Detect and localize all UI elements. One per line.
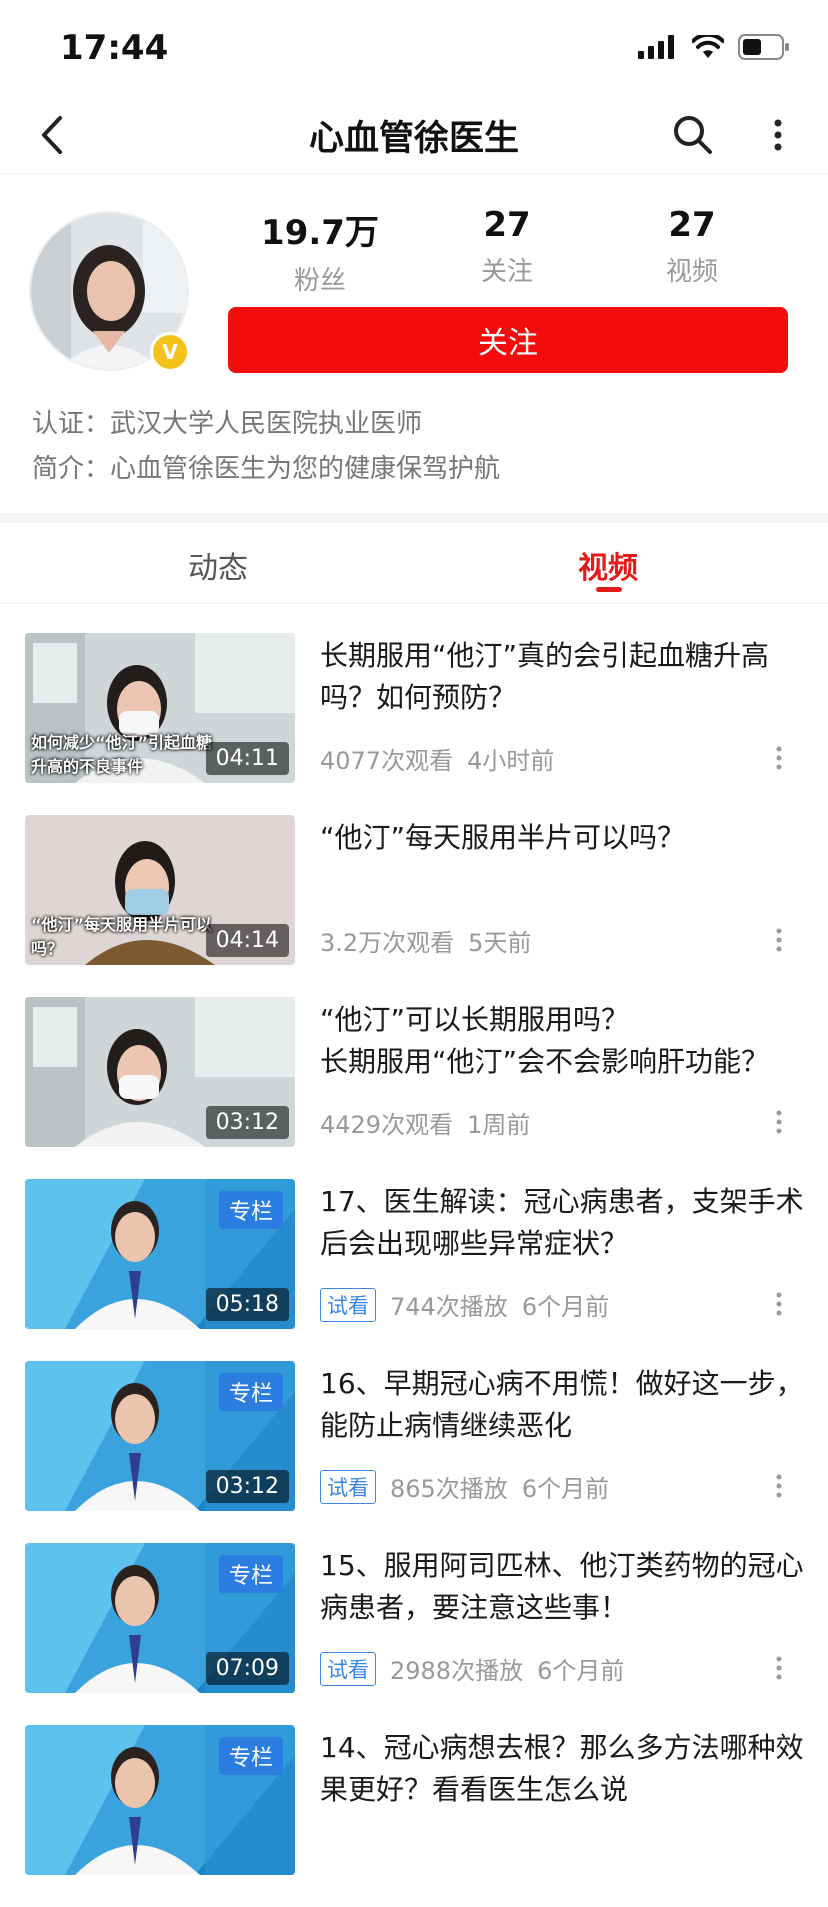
video-item[interactable]: 如何减少“他汀”引起血糖升高的不良事件 04:11 长期服用“他汀”真的会引起血糖升… — [0, 633, 828, 815]
thumbnail-caption: “他汀”每天服用半片可以吗？ — [31, 915, 213, 958]
video-views: 4077次观看 — [320, 747, 454, 775]
video-time: 6个月前 — [537, 1657, 625, 1685]
thumbnail-caption: 如何减少“他汀”引起血糖升高的不良事件 — [31, 733, 213, 776]
video-item[interactable]: 专栏 07:09 15、服用阿司匹林、他汀类药物的冠心病患者，要注意这些事！ 试看 29… — [0, 1543, 828, 1725]
video-title[interactable]: 17、医生解读：冠心病患者，支架手术后会出现哪些异常症状？ — [320, 1181, 808, 1265]
stat-value: 27 — [668, 205, 716, 245]
status-time: 17:44 — [60, 28, 169, 68]
video-title[interactable]: “他汀”可以长期服用吗？ 长期服用“他汀”会不会影响肝功能？ — [320, 999, 808, 1083]
search-icon[interactable] — [668, 110, 718, 160]
video-meta: 试看 744次播放 6个月前 — [320, 1287, 609, 1322]
video-time: 4小时前 — [467, 747, 555, 775]
video-thumbnail[interactable]: 专栏 07:09 — [25, 1543, 295, 1693]
tab-dynamic[interactable]: 动态 — [188, 543, 248, 587]
wifi-icon — [692, 35, 724, 58]
video-duration: 04:11 — [205, 742, 289, 775]
video-views: 4429次观看 — [320, 1111, 454, 1139]
stat-label: 粉丝 — [293, 266, 346, 296]
video-item[interactable]: 专栏 14、冠心病想去根？那么多方法哪种效果更好？看看医生怎么说 — [0, 1725, 828, 1907]
stat-label: 关注 — [480, 257, 533, 287]
video-time: 6个月前 — [521, 1293, 610, 1321]
stat-value: 27 — [483, 205, 531, 245]
video-title[interactable]: “他汀”每天服用半片可以吗？ — [320, 817, 808, 859]
video-title[interactable]: 长期服用“他汀”真的会引起血糖升高吗？如何预防？ — [320, 635, 808, 719]
section-divider — [0, 513, 828, 523]
trial-badge: 试看 — [320, 1651, 376, 1686]
nav-bar: 心血管徐医生 — [0, 96, 828, 175]
tab-bar: 动态 视频 — [0, 523, 828, 604]
video-thumbnail[interactable]: 专栏 03:12 — [25, 1361, 295, 1511]
stat-label: 视频 — [665, 257, 718, 287]
stat-value: 19.7万 — [261, 213, 379, 253]
video-duration: 05:18 — [205, 1288, 289, 1321]
signal-icon — [638, 35, 674, 59]
more-options-icon[interactable] — [758, 110, 798, 160]
video-meta: 3.2万次观看 5天前 — [320, 923, 531, 958]
status-bar: 17:44 — [0, 0, 828, 96]
trial-badge: 试看 — [320, 1469, 376, 1504]
video-item[interactable]: 03:12 “他汀”可以长期服用吗？ 长期服用“他汀”会不会影响肝功能？ 4429次… — [0, 997, 828, 1179]
video-duration: 07:09 — [205, 1652, 289, 1685]
trial-badge: 试看 — [320, 1287, 376, 1322]
video-list: 如何减少“他汀”引起血糖升高的不良事件 04:11 长期服用“他汀”真的会引起血糖升… — [0, 633, 828, 1907]
video-duration: 04:14 — [205, 924, 289, 957]
video-meta: 试看 865次播放 6个月前 — [320, 1469, 609, 1504]
video-meta: 试看 2988次播放 6个月前 — [320, 1651, 624, 1686]
video-time: 1周前 — [467, 1111, 531, 1139]
active-tab-indicator — [596, 587, 622, 592]
column-tag: 专栏 — [218, 1555, 283, 1593]
video-more-icon[interactable] — [774, 1109, 784, 1135]
stat-following[interactable]: 27 关注 — [437, 205, 577, 288]
video-views: 3.2万次观看 — [320, 929, 455, 957]
video-meta: 4429次观看 1周前 — [320, 1105, 530, 1140]
video-more-icon[interactable] — [774, 1473, 784, 1499]
video-thumbnail[interactable]: “他汀”每天服用半片可以吗？ 04:14 — [25, 815, 295, 965]
video-meta: 4077次观看 4小时前 — [320, 741, 554, 776]
video-item[interactable]: 专栏 03:12 16、早期冠心病不用慌！做好这一步，能防止病情继续恶化试看 865次… — [0, 1361, 828, 1543]
video-more-icon[interactable] — [774, 927, 784, 953]
video-item[interactable]: “他汀”每天服用半片可以吗？ 04:14 “他汀”每天服用半片可以吗？ 3.2万次观看… — [0, 815, 828, 997]
video-time: 5天前 — [468, 929, 532, 957]
intro-text: 简介：心血管徐医生为您的健康保驾护航 — [32, 454, 501, 484]
video-more-icon[interactable] — [774, 745, 784, 771]
video-duration: 03:12 — [205, 1106, 289, 1139]
battery-icon — [738, 34, 789, 60]
video-thumbnail[interactable]: 专栏 — [25, 1725, 295, 1875]
follow-button[interactable]: 关注 — [228, 307, 788, 373]
tab-video[interactable]: 视频 — [578, 543, 638, 587]
video-views: 2988次播放 — [390, 1657, 524, 1685]
video-more-icon[interactable] — [774, 1291, 784, 1317]
video-views: 744次播放 — [390, 1293, 508, 1321]
video-more-icon[interactable] — [774, 1655, 784, 1681]
video-views: 865次播放 — [390, 1475, 508, 1503]
video-duration: 03:12 — [205, 1470, 289, 1503]
video-thumbnail[interactable]: 专栏 05:18 — [25, 1179, 295, 1329]
video-title[interactable]: 15、服用阿司匹林、他汀类药物的冠心病患者，要注意这些事！ — [320, 1545, 808, 1629]
video-time: 6个月前 — [521, 1475, 610, 1503]
video-item[interactable]: 专栏 05:18 17、医生解读：冠心病患者，支架手术后会出现哪些异常症状？ 试看 74… — [0, 1179, 828, 1361]
video-title[interactable]: 14、冠心病想去根？那么多方法哪种效果更好？看看医生怎么说 — [320, 1727, 808, 1811]
video-title[interactable]: 16、早期冠心病不用慌！做好这一步，能防止病情继续恶化 — [320, 1363, 808, 1447]
certification-text: 认证：武汉大学人民医院执业医师 — [32, 409, 423, 439]
video-thumbnail[interactable]: 如何减少“他汀”引起血糖升高的不良事件 04:11 — [25, 633, 295, 783]
stat-fans[interactable]: 19.7万 粉丝 — [250, 205, 390, 297]
verified-badge-icon: V — [150, 332, 190, 372]
profile-section: V 19.7万 粉丝 27 关注 27 视频 关注 认证：武汉大学人民医院执业医… — [0, 175, 828, 515]
stat-videos[interactable]: 27 视频 — [622, 205, 762, 288]
column-tag: 专栏 — [218, 1373, 283, 1411]
column-tag: 专栏 — [218, 1191, 283, 1229]
video-thumbnail[interactable]: 03:12 — [25, 997, 295, 1147]
status-icons — [638, 34, 790, 60]
column-tag: 专栏 — [218, 1737, 283, 1775]
